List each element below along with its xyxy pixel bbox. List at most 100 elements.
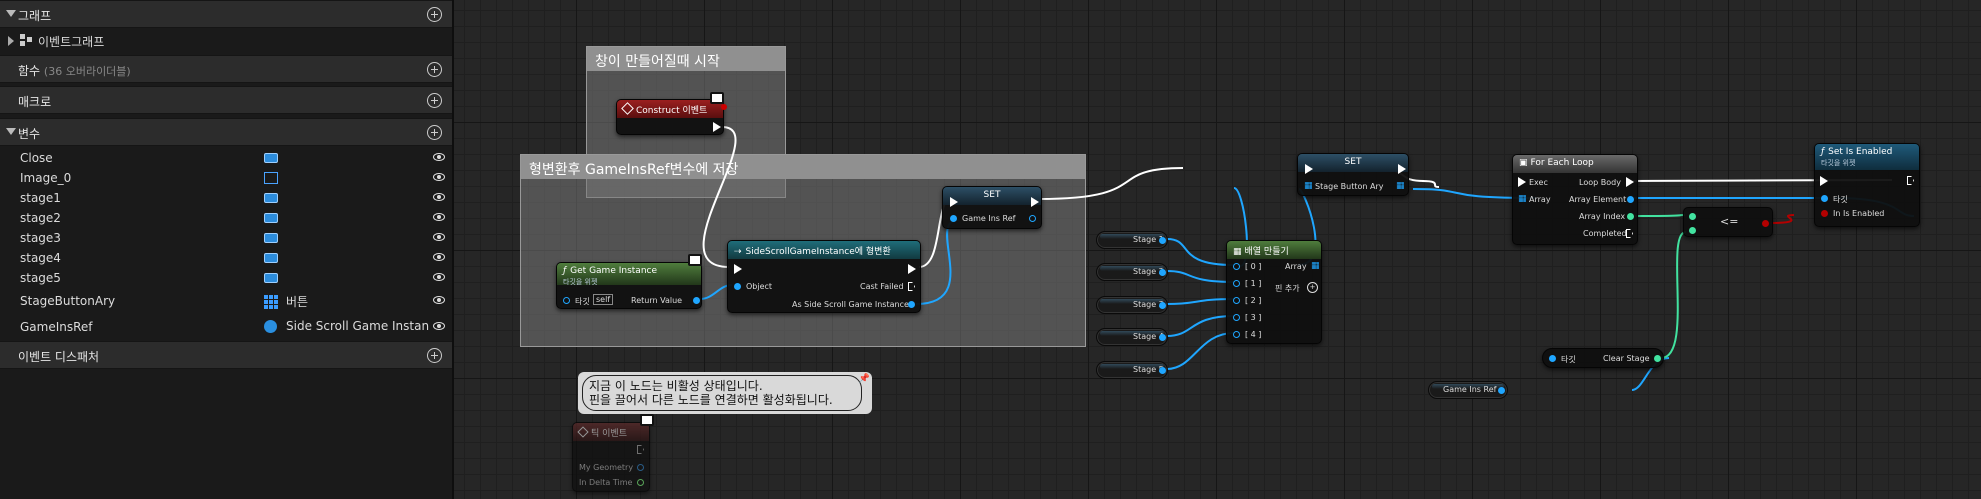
- result-output-pin[interactable]: [1762, 220, 1769, 227]
- visibility-eye-icon[interactable]: [433, 213, 445, 221]
- var-output-pin[interactable]: [1159, 302, 1166, 309]
- variable-row-stage2[interactable]: stage2: [0, 208, 452, 228]
- array-index-pin[interactable]: [1627, 213, 1634, 220]
- var-output-pin[interactable]: [1159, 334, 1166, 341]
- array-output-pin[interactable]: ▦: [1396, 181, 1405, 191]
- exec-input-pin[interactable]: [1305, 164, 1313, 174]
- var-output-pin[interactable]: [1498, 387, 1505, 394]
- visibility-eye-icon[interactable]: [433, 193, 445, 201]
- pin-icon[interactable]: 📌: [859, 374, 870, 384]
- variable-row-gameinsref[interactable]: GameInsRef Side Scroll Game Instan: [0, 317, 452, 337]
- add-dispatcher-icon[interactable]: [427, 348, 442, 363]
- target-input-pin[interactable]: [1549, 355, 1556, 362]
- expand-arrow-icon[interactable]: [6, 128, 16, 135]
- construct-event-node[interactable]: Construct 이벤트: [616, 99, 727, 135]
- add-variable-icon[interactable]: [427, 125, 442, 140]
- exec-output-pin[interactable]: [1031, 197, 1039, 207]
- my-geometry-pin[interactable]: [637, 464, 644, 471]
- exec-output-pin[interactable]: [1907, 176, 1914, 185]
- array-input-pin[interactable]: ▦: [1304, 181, 1313, 191]
- self-value-box[interactable]: self: [593, 294, 614, 305]
- graphs-section-header[interactable]: 그래프: [0, 0, 452, 28]
- variable-row-stage3[interactable]: stage3: [0, 228, 452, 248]
- dispatchers-section-header[interactable]: 이벤트 디스패처: [0, 341, 452, 369]
- game-ins-ref-input-pin[interactable]: [950, 215, 957, 222]
- as-instance-pin[interactable]: [908, 301, 915, 308]
- var-output-pin[interactable]: [1159, 367, 1166, 374]
- set-game-ins-ref-node[interactable]: SET Game Ins Ref: [942, 186, 1042, 229]
- variable-row-stagebuttonary[interactable]: StageButtonAry 버튼: [0, 291, 452, 311]
- exec-input-pin[interactable]: [1820, 176, 1828, 186]
- blueprint-graph-canvas[interactable]: 창이 만들어질때 시작 형변환후 GameInsRef변수에 저장 Constr…: [454, 0, 1981, 499]
- a-input-pin[interactable]: [1689, 213, 1696, 220]
- b-input-pin[interactable]: [1689, 227, 1696, 234]
- expand-arrow-icon[interactable]: [6, 10, 16, 17]
- game-ins-ref-var-node[interactable]: Game Ins Ref: [1428, 381, 1508, 399]
- output-pin[interactable]: [1029, 215, 1036, 222]
- target-input-pin[interactable]: [1821, 195, 1828, 202]
- get-game-instance-node[interactable]: ƒ Get Game Instance 타깃을 위젯 타깃 self Return…: [556, 262, 702, 309]
- array-pin-4[interactable]: [1233, 331, 1240, 338]
- collapse-arrow-icon[interactable]: [8, 36, 14, 46]
- exec-input-pin[interactable]: [734, 264, 742, 274]
- array-pin-2[interactable]: [1233, 297, 1240, 304]
- exec-output-pin[interactable]: [908, 264, 916, 274]
- for-each-loop-node[interactable]: ▣ For Each Loop Exec ▦ Array Loop Body Ar…: [1512, 154, 1638, 245]
- exec-input-pin[interactable]: [1518, 177, 1526, 187]
- array-pin-0[interactable]: [1233, 263, 1240, 270]
- output-delegate-pin[interactable]: [721, 104, 727, 110]
- add-graph-icon[interactable]: [427, 7, 442, 22]
- stage3-var-node[interactable]: Stage 3: [1096, 296, 1168, 314]
- exec-output-pin[interactable]: [713, 122, 721, 132]
- in-is-enabled-pin[interactable]: [1821, 210, 1828, 217]
- exec-output-pin[interactable]: [1398, 164, 1406, 174]
- graph-item-eventgraph[interactable]: 이벤트그래프: [0, 30, 452, 52]
- variable-row-image0[interactable]: Image_0: [0, 168, 452, 188]
- visibility-eye-icon[interactable]: [433, 296, 445, 304]
- functions-section-header[interactable]: 함수 (36 오버라이더블): [0, 55, 452, 83]
- cast-failed-pin[interactable]: [908, 282, 915, 291]
- clear-stage-output-pin[interactable]: [1654, 355, 1661, 362]
- exec-output-pin[interactable]: [637, 445, 644, 454]
- loop-body-pin[interactable]: [1626, 177, 1634, 187]
- variable-row-stage5[interactable]: stage5: [0, 268, 452, 288]
- array-pin-3[interactable]: [1233, 314, 1240, 321]
- array-pin-1[interactable]: [1233, 280, 1240, 287]
- variables-section-header[interactable]: 변수: [0, 118, 452, 146]
- add-macro-icon[interactable]: [427, 93, 442, 108]
- stage1-var-node[interactable]: Stage 1: [1096, 231, 1168, 249]
- visibility-eye-icon[interactable]: [433, 273, 445, 281]
- stage4-var-node[interactable]: Stage 4: [1096, 328, 1168, 346]
- stage5-var-node[interactable]: Stage 5: [1096, 361, 1168, 379]
- visibility-eye-icon[interactable]: [433, 233, 445, 241]
- visibility-eye-icon[interactable]: [433, 173, 445, 181]
- set-is-enabled-node[interactable]: ƒ Set Is Enabled 타깃을 위젯 타깃 In Is Enabled: [1814, 143, 1920, 227]
- variable-row-stage1[interactable]: stage1: [0, 188, 452, 208]
- exec-input-pin[interactable]: [950, 197, 958, 207]
- cast-node[interactable]: ⇢ SideScrollGameInstance에 형변환 Object Cast…: [727, 240, 921, 313]
- array-output-pin[interactable]: ▦: [1311, 261, 1320, 271]
- var-output-pin[interactable]: [1159, 269, 1166, 276]
- array-input-pin[interactable]: ▦: [1518, 194, 1527, 204]
- variable-row-stage4[interactable]: stage4: [0, 248, 452, 268]
- object-input-pin[interactable]: [734, 283, 741, 290]
- add-pin-icon[interactable]: +: [1307, 282, 1318, 293]
- visibility-eye-icon[interactable]: [433, 253, 445, 261]
- tick-event-node[interactable]: 틱 이벤트 My Geometry In Delta Time: [572, 422, 650, 492]
- visibility-eye-icon[interactable]: [433, 153, 445, 161]
- compare-node[interactable]: <=: [1683, 207, 1773, 237]
- return-value-pin[interactable]: [693, 297, 700, 304]
- clear-stage-getter-node[interactable]: 타깃 Clear Stage: [1542, 348, 1664, 368]
- target-input-pin[interactable]: [563, 297, 570, 304]
- visibility-eye-icon[interactable]: [433, 322, 445, 330]
- add-function-icon[interactable]: [427, 62, 442, 77]
- variable-row-close[interactable]: Close: [0, 148, 452, 168]
- completed-pin[interactable]: [1626, 229, 1633, 238]
- stage2-var-node[interactable]: Stage 2: [1096, 263, 1168, 281]
- make-array-node[interactable]: ▦ 배열 만들기 [ 0 ] [ 1 ] [ 2 ] [ 3 ] [ 4 ] Ar…: [1226, 240, 1322, 344]
- in-delta-time-pin[interactable]: [637, 479, 644, 486]
- set-stage-button-ary-node[interactable]: SET ▦ Stage Button Ary ▦: [1297, 153, 1409, 196]
- var-output-pin[interactable]: [1159, 237, 1166, 244]
- macros-section-header[interactable]: 매크로: [0, 86, 452, 114]
- array-element-pin[interactable]: [1627, 196, 1634, 203]
